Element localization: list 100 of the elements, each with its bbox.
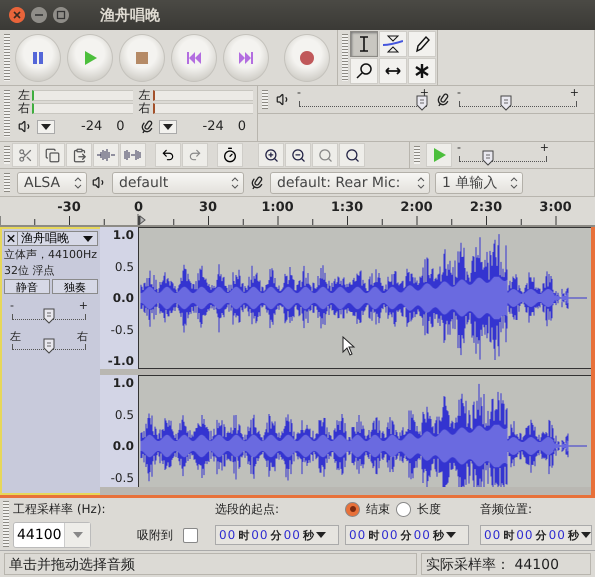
slider-thumb[interactable] bbox=[43, 338, 55, 354]
maximize-button[interactable] bbox=[52, 6, 70, 24]
time-label: 2:00 bbox=[400, 200, 433, 215]
slider-max-label: + bbox=[78, 299, 88, 312]
status-rate: 实际采样率： 44100 bbox=[421, 553, 591, 575]
meter-menu-button[interactable] bbox=[158, 120, 176, 134]
paste-button[interactable] bbox=[66, 143, 92, 167]
minimize-button[interactable] bbox=[30, 6, 48, 24]
snap-to-label: 吸附到 bbox=[137, 526, 173, 544]
pan-slider[interactable]: 左 右 bbox=[10, 331, 88, 355]
track-info: 32位 浮点 bbox=[4, 263, 56, 278]
time-field[interactable]: 00 时 00 分 00 秒 bbox=[345, 525, 469, 545]
speed-slider[interactable]: - + bbox=[457, 143, 549, 167]
fit-project-button[interactable] bbox=[339, 143, 365, 167]
gain-slider[interactable]: - + bbox=[10, 301, 88, 325]
close-button[interactable] bbox=[8, 6, 26, 24]
toolbar-grip[interactable] bbox=[4, 90, 10, 137]
spin-arrows-icon bbox=[510, 176, 518, 188]
undo-icon bbox=[161, 148, 175, 162]
caret-icon bbox=[446, 532, 456, 538]
amplitude-label: -1.0 bbox=[108, 354, 134, 368]
toolbar-grip[interactable] bbox=[342, 34, 348, 81]
radio-button[interactable] bbox=[345, 502, 360, 516]
time-shift-tool[interactable] bbox=[379, 58, 407, 84]
host-select[interactable]: ALSA bbox=[17, 172, 87, 194]
audio-position-label: 音频位置: bbox=[480, 500, 532, 518]
spin-arrows-icon bbox=[231, 176, 239, 188]
zoom-out-button[interactable] bbox=[285, 143, 311, 167]
toolbar-grip[interactable] bbox=[3, 501, 9, 547]
trim-button[interactable] bbox=[93, 143, 119, 167]
toolbar-grip[interactable] bbox=[4, 146, 10, 164]
amplitude-label: 0.5 bbox=[114, 408, 134, 422]
slider-min-label: 左 bbox=[10, 329, 21, 344]
skip-to-end-button[interactable] bbox=[223, 34, 269, 82]
caret-icon bbox=[580, 532, 591, 538]
project-rate-field[interactable]: 44100 bbox=[13, 522, 91, 548]
selection-tool[interactable] bbox=[350, 31, 378, 57]
status-message: 单击并拖动选择音频 bbox=[4, 553, 417, 575]
meter-scale-label: 0 bbox=[116, 119, 125, 134]
mouse-cursor-icon bbox=[342, 336, 356, 356]
radio-label: 长度 bbox=[417, 500, 441, 518]
record-button[interactable] bbox=[284, 34, 330, 82]
project-rate-label: 工程采样率 (Hz): bbox=[13, 500, 106, 518]
time-label: 30 bbox=[198, 200, 218, 215]
zoom-in-button[interactable] bbox=[258, 143, 284, 167]
magnifier-icon bbox=[344, 148, 360, 162]
caret-icon bbox=[83, 236, 93, 242]
play-icon bbox=[431, 147, 447, 163]
time-label: 0 bbox=[134, 200, 144, 215]
slider-thumb[interactable] bbox=[416, 94, 428, 110]
draw-tool[interactable] bbox=[408, 31, 436, 57]
rate-input[interactable]: 44100 bbox=[14, 523, 64, 547]
radio-label: 结束 bbox=[366, 500, 390, 518]
time-label: 2:30 bbox=[470, 200, 502, 215]
caret-icon bbox=[41, 124, 51, 130]
multi-tool[interactable] bbox=[408, 58, 436, 84]
input-device-select[interactable]: default: Rear Mic: bbox=[270, 172, 430, 194]
envelope-tool[interactable] bbox=[379, 31, 407, 57]
stopwatch-icon bbox=[222, 147, 238, 163]
output-volume-slider[interactable]: - + bbox=[297, 88, 429, 112]
toolbar-grip[interactable] bbox=[414, 146, 420, 164]
amplitude-label: 1.0 bbox=[112, 376, 134, 390]
time-label: 1:30 bbox=[330, 200, 364, 215]
timer-button[interactable] bbox=[217, 143, 243, 167]
meter-scale-label: -24 bbox=[202, 119, 224, 134]
undo-button[interactable] bbox=[155, 143, 181, 167]
toolbar-grip[interactable] bbox=[4, 173, 10, 192]
spin-arrows-icon bbox=[74, 176, 82, 188]
toolbar-grip[interactable] bbox=[262, 90, 268, 109]
close-icon bbox=[5, 232, 18, 245]
copy-button[interactable] bbox=[39, 143, 65, 167]
input-volume-slider[interactable]: - + bbox=[457, 88, 579, 112]
slider-thumb[interactable] bbox=[43, 308, 55, 324]
scissors-icon bbox=[18, 148, 32, 162]
toolbar-grip[interactable] bbox=[4, 34, 10, 81]
output-device-select[interactable]: default bbox=[112, 172, 244, 194]
silence-button[interactable] bbox=[120, 143, 146, 167]
radio-button[interactable] bbox=[396, 502, 411, 516]
mute-button[interactable]: 静音 bbox=[4, 279, 50, 294]
slider-thumb[interactable] bbox=[500, 94, 512, 110]
input-channels-select[interactable]: 1 单输入 bbox=[435, 172, 523, 194]
waveform-icon bbox=[97, 148, 115, 162]
track-info: 立体声，44100Hz bbox=[4, 247, 98, 262]
redo-icon bbox=[188, 148, 202, 162]
stop-button[interactable] bbox=[119, 34, 165, 82]
skip-to-start-button[interactable] bbox=[171, 34, 217, 82]
meter-menu-button[interactable] bbox=[37, 120, 55, 134]
solo-button[interactable]: 独奏 bbox=[52, 279, 98, 294]
envelope-icon bbox=[383, 34, 403, 54]
magnifier-icon bbox=[318, 148, 332, 162]
zoom-tool[interactable] bbox=[350, 58, 378, 84]
waveform-icon bbox=[124, 148, 142, 162]
time-field[interactable]: 00 时 00 分 00 秒 bbox=[480, 525, 592, 545]
amplitude-label: 0.0 bbox=[112, 439, 134, 453]
track-name-menu[interactable]: 渔舟唱晚 bbox=[4, 231, 98, 246]
snap-checkbox[interactable] bbox=[183, 528, 198, 542]
cut-button[interactable] bbox=[12, 143, 38, 167]
slider-thumb[interactable] bbox=[482, 150, 494, 166]
time-field[interactable]: 00 时 00 分 00 秒 bbox=[215, 525, 339, 545]
pause-button[interactable] bbox=[15, 34, 61, 82]
